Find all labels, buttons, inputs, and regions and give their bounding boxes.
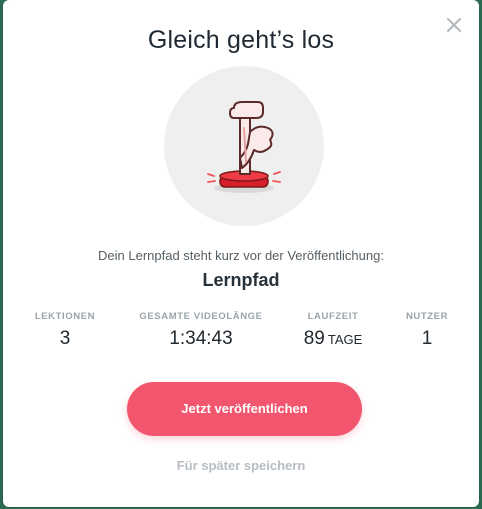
stat-label: LAUFZEIT bbox=[307, 311, 359, 322]
stat-value: 3 bbox=[59, 328, 71, 349]
publish-button[interactable]: Jetzt veröffentlichen bbox=[127, 382, 362, 436]
dialog-subtitle: Dein Lernpfad steht kurz vor der Veröffe… bbox=[98, 248, 384, 263]
stat-value: 1 bbox=[421, 328, 433, 349]
stat-label: GESAMTE VIDEOLÄNGE bbox=[139, 311, 263, 322]
stat-label: NUTZER bbox=[405, 311, 449, 322]
dialog-title: Gleich geht’s los bbox=[147, 26, 335, 54]
stat-duration: LAUFZEIT 89 TAGE bbox=[293, 311, 373, 350]
stat-label: LEKTIONEN bbox=[34, 311, 96, 322]
plunger-detonator-icon bbox=[207, 101, 281, 193]
stat-value: 89 TAGE bbox=[303, 328, 363, 349]
stat-video-length: GESAMTE VIDEOLÄNGE 1:34:43 bbox=[129, 311, 273, 350]
save-later-link[interactable]: Für später speichern bbox=[3, 458, 479, 473]
learning-path-name: Lernpfad bbox=[202, 270, 280, 290]
stat-users: NUTZER 1 bbox=[391, 311, 463, 350]
stat-lessons: LEKTIONEN 3 bbox=[25, 311, 105, 350]
stat-value: 1:34:43 bbox=[169, 328, 233, 349]
stat-unit: TAGE bbox=[327, 332, 363, 347]
illustration-circle bbox=[164, 66, 324, 226]
publish-dialog: Gleich geht’s los Dein Lernpfad steht ku… bbox=[3, 0, 479, 507]
